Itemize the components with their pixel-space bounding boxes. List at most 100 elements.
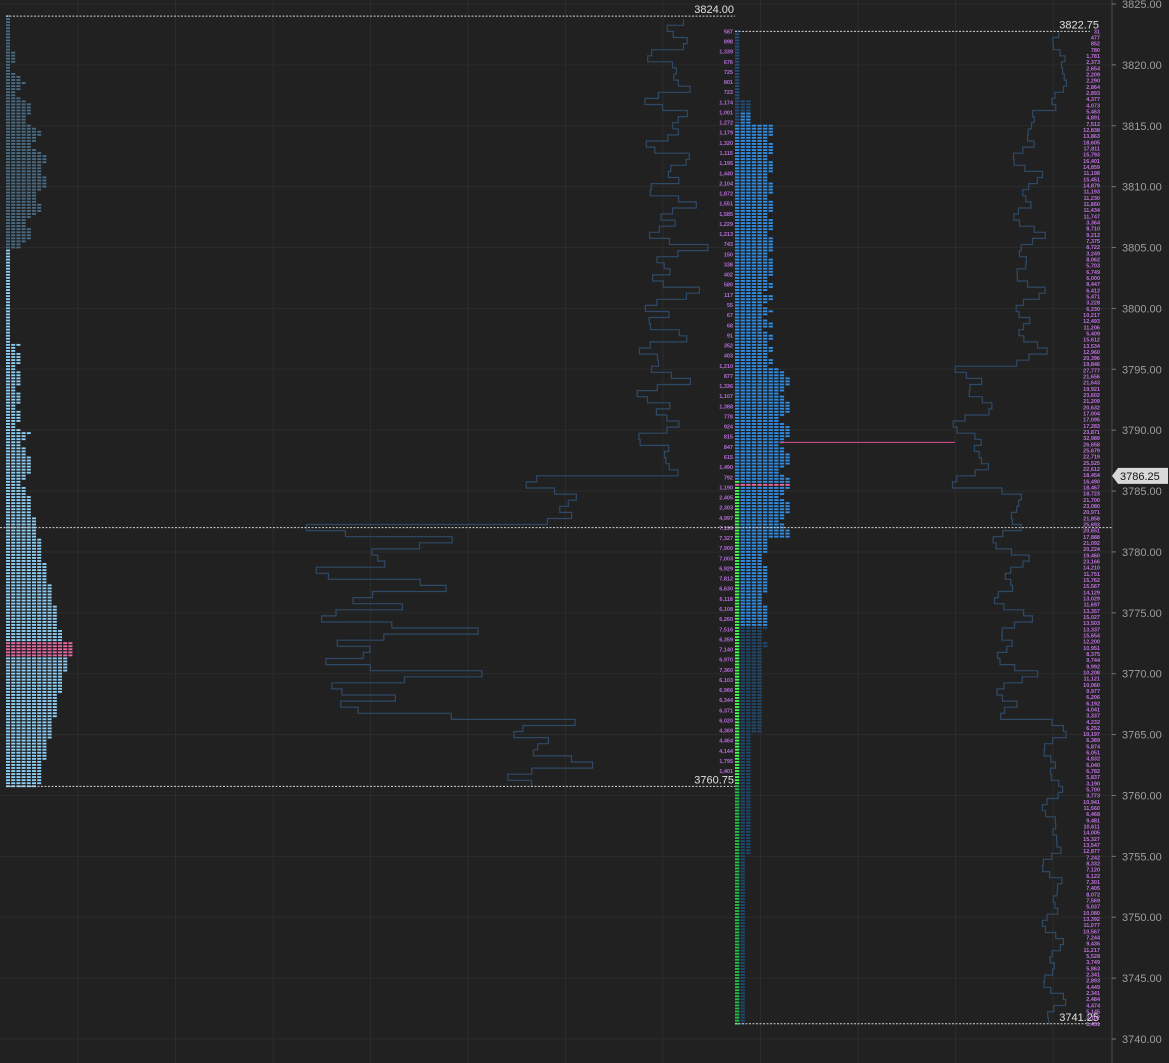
profile-box (11, 60, 16, 63)
profile-box (757, 200, 762, 203)
profile-box (26, 563, 31, 565)
profile-box (757, 185, 762, 188)
volume-label: 4,232 (1086, 720, 1100, 726)
profile-box (47, 660, 52, 663)
profile-box (47, 636, 52, 638)
profile-box (6, 450, 10, 453)
profile-box (757, 620, 762, 623)
profile-box (37, 209, 42, 212)
profile-box (16, 596, 21, 599)
volume-label: 21,656 (1083, 375, 1100, 381)
profile-box (757, 535, 762, 538)
profile-box (735, 672, 740, 675)
profile-box (751, 651, 757, 654)
profile-box (735, 453, 740, 456)
order-flow-chart[interactable]: 5878981,3396767258017231,1741,0011,2721,… (0, 0, 1169, 1063)
profile-box (740, 371, 745, 374)
profile-box (16, 146, 21, 148)
price-axis[interactable]: 3740.003745.003750.003755.003760.003765.… (1111, 0, 1162, 1063)
profile-box (763, 426, 768, 428)
profile-box (11, 566, 16, 568)
profile-box (768, 535, 773, 538)
volume-label: 5,837 (1086, 775, 1100, 781)
profile-box (32, 767, 36, 769)
profile-box (768, 264, 773, 267)
profile-box (11, 520, 16, 523)
profile-box (751, 620, 757, 623)
profile-box (735, 940, 740, 943)
profile-box (42, 569, 47, 572)
profile-box (751, 456, 757, 459)
profile-box (47, 642, 52, 645)
profile-box (740, 602, 745, 605)
profile-box (740, 130, 745, 133)
profile-box (735, 800, 740, 803)
profile-box (42, 581, 47, 584)
profile-box (751, 703, 757, 705)
profile-box (6, 167, 10, 170)
profile-box (735, 642, 740, 645)
profile-box (746, 636, 751, 638)
profile-box (32, 648, 36, 651)
profile-box (26, 770, 31, 772)
profile-box (746, 471, 751, 474)
profile-box (768, 438, 773, 441)
profile-box (774, 477, 779, 480)
profile-box (757, 243, 762, 246)
profile-box (740, 870, 745, 873)
profile-box (768, 511, 773, 514)
profile-box (774, 483, 779, 486)
profile-box (785, 532, 790, 535)
profile-box (768, 407, 773, 410)
profile-box (16, 724, 21, 727)
profile-box (740, 447, 745, 450)
profile-box (768, 471, 773, 474)
profile-box (740, 566, 745, 568)
profile-box (774, 462, 779, 465)
profile-box (735, 346, 740, 349)
profile-box (32, 206, 36, 209)
profile-box (16, 483, 21, 486)
profile-box (735, 617, 740, 620)
profile-box (26, 216, 31, 218)
profile-box (735, 742, 740, 745)
profile-box (21, 748, 26, 751)
profile-box (740, 471, 745, 474)
profile-box (37, 544, 42, 547)
profile-box (757, 343, 762, 346)
profile-box (740, 754, 745, 757)
profile-box (16, 237, 21, 240)
profile-box (768, 152, 773, 154)
profile-box (735, 240, 740, 243)
profile-box (746, 374, 751, 377)
profile-box (757, 143, 762, 145)
profile-box (746, 410, 751, 413)
profile-box (37, 706, 42, 709)
profile-box (768, 362, 773, 365)
profile-box (740, 164, 745, 167)
profile-box (768, 462, 773, 465)
profile-box (735, 1010, 740, 1013)
profile-box (740, 139, 745, 142)
profile-box (16, 359, 21, 361)
profile-box (11, 742, 16, 745)
profile-box (779, 529, 785, 532)
profile-box (32, 538, 36, 541)
profile-box (6, 298, 10, 301)
profile-box (746, 206, 751, 209)
profile-box (757, 270, 762, 273)
profile-box (21, 231, 26, 234)
profile-box (32, 173, 36, 176)
profile-box (763, 471, 768, 474)
profile-box (52, 636, 57, 638)
profile-box (37, 748, 42, 751)
profile-box (16, 191, 21, 194)
profile-box (21, 648, 26, 651)
profile-box (735, 547, 740, 550)
profile-box (740, 617, 745, 620)
profile-box (26, 194, 31, 197)
profile-box (757, 322, 762, 325)
profile-box (11, 432, 16, 435)
profile-box (735, 261, 740, 264)
profile-box (37, 742, 42, 745)
